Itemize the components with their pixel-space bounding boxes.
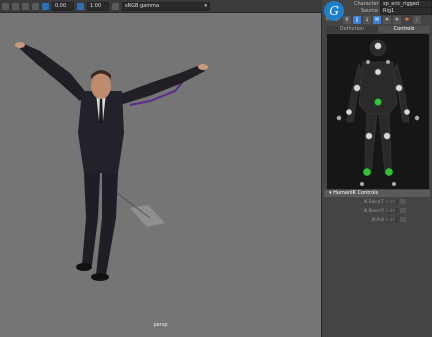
- character-figure: [15, 42, 208, 281]
- left-knee-effector[interactable]: [365, 132, 373, 140]
- render-icon[interactable]: [2, 2, 9, 10]
- tab-controls[interactable]: Controls: [378, 26, 430, 33]
- slider-handle[interactable]: [400, 217, 406, 222]
- gamma-icon[interactable]: [77, 2, 84, 10]
- right-hand: [198, 64, 208, 70]
- humanik-panel: G Character sp_eric_rigged Source Rig1 ✎…: [322, 0, 432, 337]
- head: [91, 73, 111, 99]
- left-ankle-effector[interactable]: [362, 167, 372, 177]
- reset-icon[interactable]: ✱: [403, 16, 411, 24]
- character-label: Character: [354, 1, 379, 7]
- slider-value[interactable]: 0.00: [386, 217, 398, 222]
- left-elbow-effector[interactable]: [353, 84, 361, 92]
- stance-icon[interactable]: ⌘: [373, 15, 381, 24]
- mirror-icon[interactable]: ✶: [383, 15, 391, 24]
- color-management-icon[interactable]: [112, 2, 119, 10]
- left-wrist-effector[interactable]: [345, 108, 353, 116]
- character-controls-view[interactable]: [327, 34, 429, 189]
- slider-label: IK Pull: [371, 217, 384, 222]
- left-arm: [20, 43, 88, 101]
- hik-toolbar: ✎ ⁄ ⚲ ‖ ↓ ⌘ ✶ ✶ ✱ ⋮: [323, 14, 431, 25]
- effector-tool-icon[interactable]: ⁄: [333, 16, 341, 24]
- right-hand-fingers-effector[interactable]: [414, 115, 420, 121]
- exposure-field[interactable]: 0.00: [52, 1, 74, 11]
- tab-definition[interactable]: Definition: [326, 26, 378, 33]
- key-icon[interactable]: ↓: [363, 15, 371, 24]
- gamma-field[interactable]: 1.00: [87, 1, 109, 11]
- color-space-value: sRGB gamma: [125, 2, 160, 9]
- humanik-controls-header[interactable]: ▾ HumanIK Controls: [324, 190, 430, 197]
- left-shoulder-effector[interactable]: [365, 59, 371, 65]
- viewport-3d[interactable]: persp: [0, 13, 322, 337]
- head-effector[interactable]: [374, 42, 382, 50]
- color-space-dropdown[interactable]: sRGB gamma ▾: [122, 1, 210, 11]
- chest-effector[interactable]: [374, 68, 382, 76]
- right-wrist-effector[interactable]: [403, 108, 411, 116]
- refresh-icon[interactable]: [32, 2, 39, 10]
- camera-icon[interactable]: [12, 2, 19, 10]
- slider-value[interactable]: 0.00: [386, 199, 398, 204]
- slider-ik-blend-r[interactable]: IK Blend R 0.00: [322, 207, 432, 214]
- right-ankle-effector[interactable]: [384, 167, 394, 177]
- fullbody-icon[interactable]: ⚲: [343, 15, 351, 24]
- left-toe-effector[interactable]: [359, 181, 365, 187]
- section-title: HumanIK Controls: [333, 190, 379, 196]
- left-shoe: [76, 263, 92, 271]
- chevron-down-icon: ▾: [204, 2, 207, 9]
- right-elbow-effector[interactable]: [395, 84, 403, 92]
- slider-ik-blend-t[interactable]: IK Blend T 0.00: [322, 198, 432, 205]
- pose-icon[interactable]: ✶: [393, 15, 401, 24]
- body-part-icon[interactable]: ‖: [353, 15, 361, 24]
- lights-icon[interactable]: [22, 2, 29, 10]
- slider-label: IK Blend T: [363, 199, 384, 204]
- slider-label: IK Blend R: [363, 208, 384, 213]
- left-leg: [82, 173, 100, 265]
- right-shoulder-effector[interactable]: [385, 59, 391, 65]
- slider-value[interactable]: 0.00: [386, 208, 398, 213]
- slider-handle[interactable]: [400, 208, 406, 213]
- right-arm: [118, 65, 205, 105]
- right-toe-effector[interactable]: [391, 181, 397, 187]
- viewport-toolbar: 0.00 1.00 sRGB gamma ▾: [0, 0, 322, 13]
- settings-icon[interactable]: ⋮: [413, 15, 421, 24]
- left-hand-fingers-effector[interactable]: [336, 115, 342, 121]
- right-knee-effector[interactable]: [383, 132, 391, 140]
- control-rig-figure: [336, 39, 420, 187]
- exposure-icon[interactable]: [42, 2, 49, 10]
- slider-ik-pull[interactable]: IK Pull 0.00: [322, 216, 432, 223]
- left-hand: [15, 42, 25, 48]
- camera-label: persp: [153, 322, 168, 328]
- pin-tool-icon[interactable]: ✎: [323, 16, 331, 24]
- right-shoe: [91, 273, 109, 281]
- hips-effector[interactable]: [374, 98, 382, 106]
- slider-handle[interactable]: [400, 199, 406, 204]
- hik-tabs: Definition Controls: [326, 26, 430, 33]
